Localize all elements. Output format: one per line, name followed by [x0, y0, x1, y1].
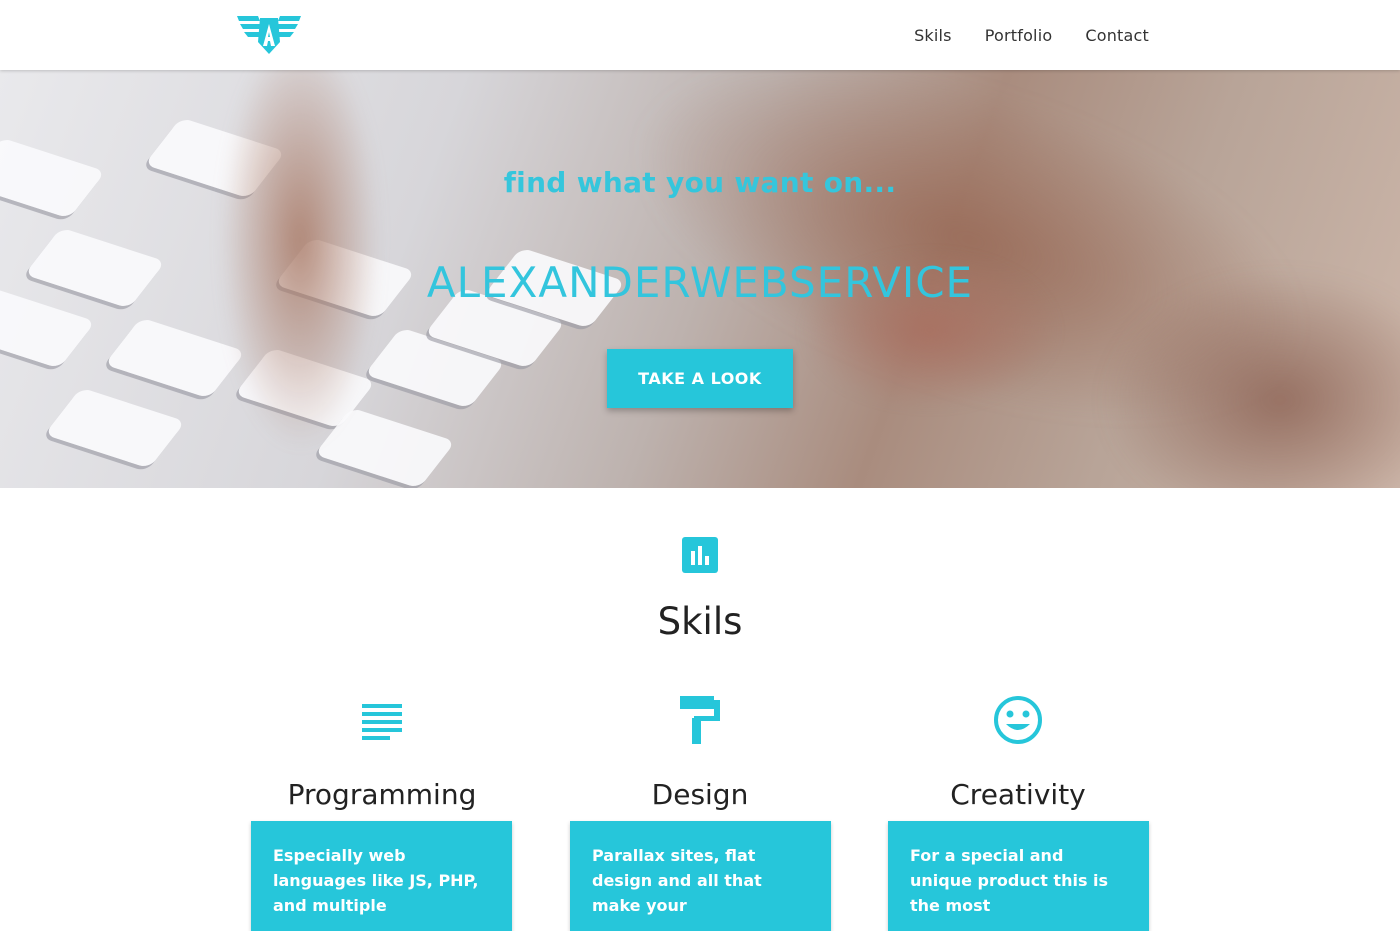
nav-link-portfolio[interactable]: Portfolio	[985, 26, 1053, 45]
nav-link-contact[interactable]: Contact	[1085, 26, 1149, 45]
take-a-look-button[interactable]: TAKE A LOOK	[607, 349, 793, 408]
skill-title-design: Design	[651, 778, 749, 811]
keyboard-key	[104, 317, 246, 399]
section-title-skils: Skils	[657, 600, 743, 643]
text-lines-icon	[362, 704, 402, 740]
bar-chart-icon	[682, 537, 718, 573]
skill-title-creativity: Creativity	[950, 778, 1086, 811]
skill-title-programming: Programming	[287, 778, 477, 811]
skill-card-design: Parallax sites, flat design and all that…	[570, 821, 831, 931]
hero-banner: find what you want on... ALEXANDERWEBSER…	[0, 70, 1400, 488]
skill-text-programming: Especially web languages like JS, PHP, a…	[273, 846, 479, 915]
hero-title: ALEXANDERWEBSERVICE	[426, 258, 974, 307]
keyboard-key	[44, 387, 186, 469]
skill-card-creativity: For a special and unique product this is…	[888, 821, 1149, 931]
nav-menu: Skils Portfolio Contact	[914, 0, 1149, 70]
skill-card-programming: Especially web languages like JS, PHP, a…	[251, 821, 512, 931]
top-navbar: Skils Portfolio Contact	[0, 0, 1400, 70]
skill-text-design: Parallax sites, flat design and all that…	[592, 846, 762, 915]
smiley-face-icon	[994, 696, 1042, 744]
nav-link-skils[interactable]: Skils	[914, 26, 952, 45]
paint-roller-icon	[680, 696, 720, 744]
keyboard-key	[0, 137, 106, 219]
logo-icon[interactable]	[236, 12, 302, 56]
skill-text-creativity: For a special and unique product this is…	[910, 846, 1109, 915]
